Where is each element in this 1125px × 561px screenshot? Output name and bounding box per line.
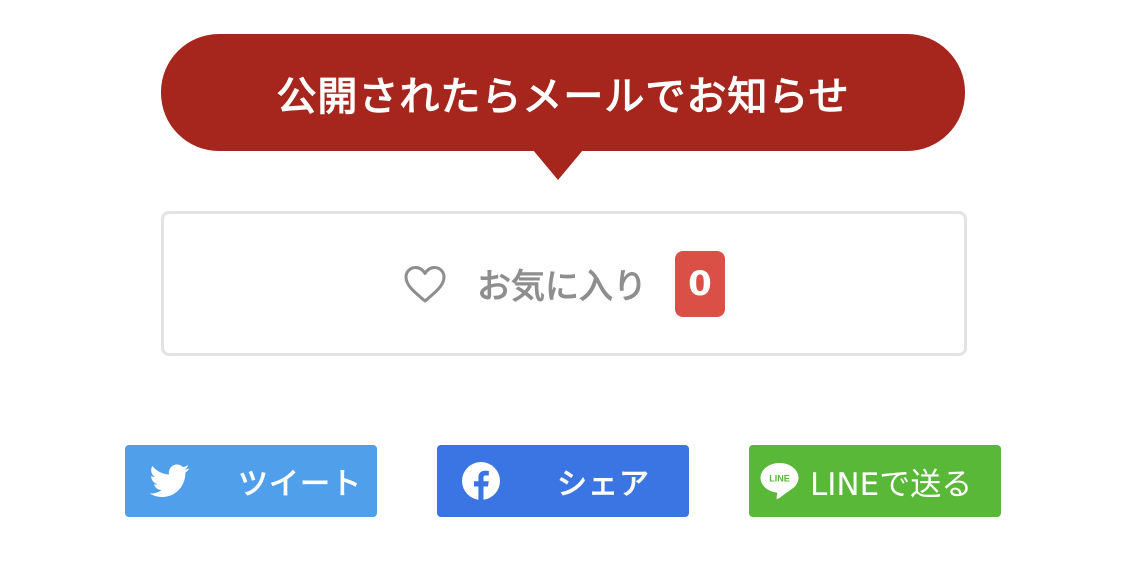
line-share-label: LINEで送る <box>810 466 973 503</box>
facebook-share-button[interactable]: シェア <box>437 445 689 517</box>
notify-by-email-button[interactable]: 公開されたらメールでお知らせ <box>161 34 965 151</box>
line-icon: LINE <box>760 463 799 500</box>
page: 公開されたらメールでお知らせ お気に入り 0 ツイート シェア LINE LIN… <box>0 0 1125 561</box>
line-share-button[interactable]: LINE LINEで送る <box>749 445 1001 517</box>
twitter-bird-icon <box>150 464 190 497</box>
line-icon-text: LINE <box>769 474 790 484</box>
heart-outline-icon <box>404 265 446 302</box>
facebook-icon <box>462 462 500 500</box>
facebook-share-label: シェア <box>557 467 650 502</box>
tweet-button-label: ツイート <box>238 467 362 502</box>
tweet-button[interactable]: ツイート <box>125 445 377 517</box>
notify-button-label: 公開されたらメールでお知らせ <box>276 73 850 120</box>
favorite-count-badge: 0 <box>675 250 725 317</box>
notify-balloon-pointer <box>533 150 583 180</box>
favorite-button[interactable]: お気に入り 0 <box>161 211 967 356</box>
favorite-label: お気に入り <box>477 267 647 307</box>
